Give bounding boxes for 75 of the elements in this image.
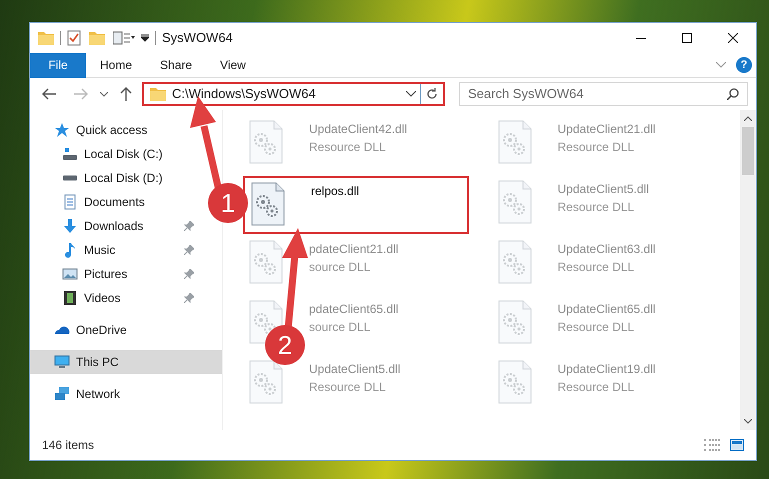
ribbon-tab[interactable]: Home <box>86 52 146 78</box>
sidebar-item[interactable]: Pictures <box>30 262 198 286</box>
document-icon <box>62 194 78 210</box>
file-type: Resource DLL <box>309 139 387 156</box>
folder-icon <box>38 31 54 45</box>
file-type: Resource DLL <box>309 379 387 396</box>
dll-file-icon <box>498 120 532 164</box>
window-title: SysWOW64 <box>162 29 233 48</box>
sidebar-item[interactable]: This PC <box>30 350 222 374</box>
back-arrow-icon[interactable] <box>42 88 56 100</box>
sidebar-item[interactable]: Network <box>30 382 198 406</box>
large-icons-view-icon[interactable] <box>730 439 744 451</box>
sidebar-item[interactable]: Videos <box>30 286 198 310</box>
ribbon-tab[interactable]: Share <box>146 52 206 78</box>
dll-file-icon <box>249 120 283 164</box>
dll-file-icon <box>498 240 532 284</box>
computer-icon <box>54 354 70 370</box>
search-icon <box>727 88 739 100</box>
properties-icon[interactable] <box>113 31 135 45</box>
up-arrow-icon[interactable] <box>120 87 132 101</box>
search-field[interactable]: Search SysWOW64 <box>459 82 748 106</box>
dll-file-icon <box>498 360 532 404</box>
item-count: 146 items <box>42 437 94 454</box>
search-input[interactable]: Search SysWOW64 <box>468 84 727 104</box>
picture-icon <box>62 266 78 282</box>
checklist-icon[interactable] <box>67 30 81 46</box>
help-button[interactable]: ? <box>736 57 752 73</box>
file-name[interactable]: relpos.dll <box>311 182 360 200</box>
pin-icon <box>184 269 194 279</box>
drive-icon <box>62 175 78 181</box>
music-note-icon <box>62 242 78 258</box>
scroll-down-icon[interactable] <box>744 419 752 424</box>
refresh-icon[interactable] <box>426 88 438 100</box>
dll-file-icon <box>498 180 532 224</box>
scroll-thumb[interactable] <box>742 127 754 175</box>
sidebar-item[interactable]: Quick access <box>30 118 198 142</box>
scrollbar[interactable] <box>740 110 756 430</box>
sidebar-item[interactable]: OneDrive <box>30 318 198 342</box>
address-path: C:\Windows\SysWOW64 <box>172 85 317 104</box>
file-type: Resource DLL <box>558 259 636 276</box>
network-icon <box>54 386 70 402</box>
drive-icon <box>62 148 78 160</box>
dll-file-icon <box>249 360 283 404</box>
dll-file-icon <box>251 182 285 226</box>
dll-file-icon <box>249 240 283 284</box>
pin-icon <box>184 245 194 255</box>
sidebar-item[interactable]: Downloads <box>30 214 198 238</box>
star-icon <box>54 122 70 138</box>
file-type: Resource DLL <box>558 139 636 156</box>
customize-dropdown-icon[interactable] <box>141 34 149 42</box>
file-type: source DLL <box>309 259 372 276</box>
folder-icon <box>150 87 166 101</box>
sidebar-item[interactable]: Local Disk (C:) <box>30 142 198 166</box>
file-type: source DLL <box>309 319 372 336</box>
recent-dropdown-icon[interactable] <box>100 92 108 96</box>
pin-icon <box>184 221 194 231</box>
file-type: Resource DLL <box>558 319 636 336</box>
file-type: Resource DLL <box>558 379 636 396</box>
ribbon-tab[interactable]: File <box>30 52 86 78</box>
film-icon <box>62 290 78 306</box>
sidebar-item[interactable]: Documents <box>30 190 198 214</box>
chevron-down-icon[interactable] <box>406 91 416 97</box>
sidebar-item[interactable]: Local Disk (D:) <box>30 166 198 190</box>
pin-icon <box>184 293 194 303</box>
maximize-icon[interactable] <box>682 33 692 43</box>
sidebar-item[interactable]: Music <box>30 238 198 262</box>
file-type: Resource DLL <box>558 199 636 216</box>
close-icon[interactable] <box>728 33 738 43</box>
down-arrow-icon <box>62 218 78 234</box>
dll-file-icon <box>498 300 532 344</box>
new-folder-icon <box>89 31 105 45</box>
details-view-icon[interactable] <box>704 439 720 451</box>
ribbon-tab[interactable]: View <box>206 52 260 78</box>
address-bar[interactable]: C:\Windows\SysWOW64 <box>142 82 445 106</box>
scroll-up-icon[interactable] <box>744 116 752 121</box>
